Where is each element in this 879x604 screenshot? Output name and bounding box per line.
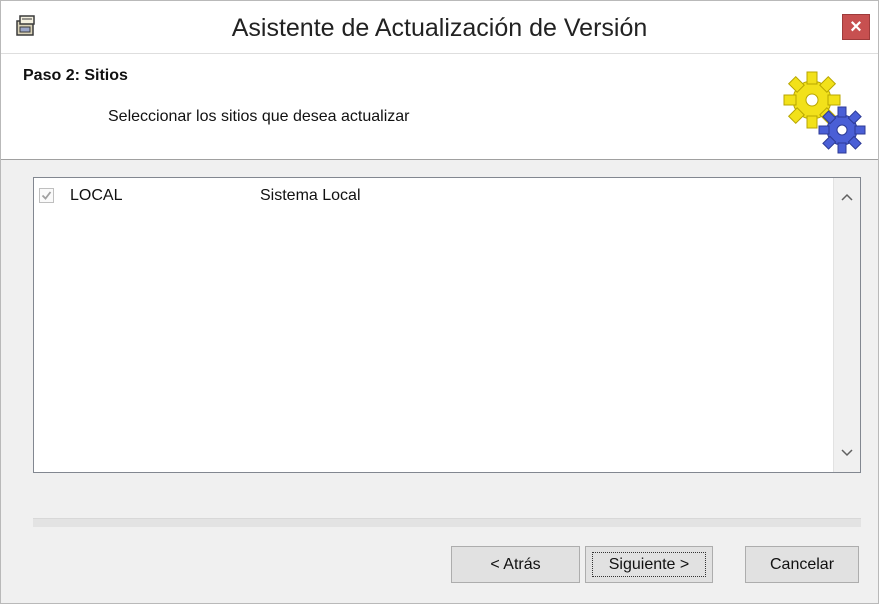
title-bar: Asistente de Actualización de Versión × (1, 1, 878, 54)
chevron-down-icon (841, 449, 853, 457)
window-title: Asistente de Actualización de Versión (231, 14, 648, 42)
list-item[interactable]: LOCAL Sistema Local (34, 184, 829, 210)
gears-icon (776, 66, 868, 158)
step-title: Paso 2: Sitios (23, 67, 128, 84)
cancel-button[interactable]: Cancelar (745, 546, 859, 583)
site-name: Sistema Local (260, 187, 361, 204)
site-code: LOCAL (70, 187, 123, 204)
chevron-up-icon (841, 193, 853, 201)
close-button[interactable]: × (842, 14, 870, 40)
step-description: Seleccionar los sitios que desea actuali… (108, 108, 410, 125)
next-button[interactable]: Siguiente > (585, 546, 713, 583)
checkmark-icon (41, 191, 52, 200)
next-button-label: Siguiente > (592, 552, 706, 577)
site-checkbox[interactable] (39, 188, 54, 203)
scroll-up-button[interactable] (834, 184, 860, 210)
scroll-down-button[interactable] (834, 440, 860, 466)
close-icon: × (850, 16, 862, 38)
back-button[interactable]: < Atrás (451, 546, 580, 583)
wizard-window: Asistente de Actualización de Versión × … (0, 0, 879, 604)
wizard-header: Paso 2: Sitios Seleccionar los sitios qu… (1, 54, 878, 160)
separator (33, 518, 861, 527)
sites-list[interactable]: LOCAL Sistema Local (33, 177, 861, 473)
vertical-scrollbar[interactable] (833, 178, 860, 472)
